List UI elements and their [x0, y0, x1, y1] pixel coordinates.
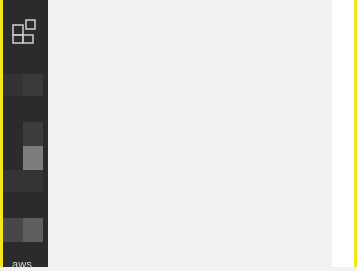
sidebar-tile: [23, 122, 43, 146]
sidebar-tile: [23, 218, 43, 242]
aws-label: aws: [12, 259, 33, 271]
sidebar-tile: [3, 218, 23, 242]
sidebar-tile: [23, 74, 43, 96]
right-panel-strip: [332, 0, 354, 267]
sidebar-tile: [3, 74, 23, 96]
sidebar-tile: [23, 146, 43, 170]
main-content-area: [48, 0, 332, 267]
sidebar-tile: [3, 170, 43, 192]
left-sidebar: aws: [3, 0, 48, 271]
apps-button[interactable]: [11, 18, 41, 48]
apps-grid-icon: [12, 19, 36, 44]
